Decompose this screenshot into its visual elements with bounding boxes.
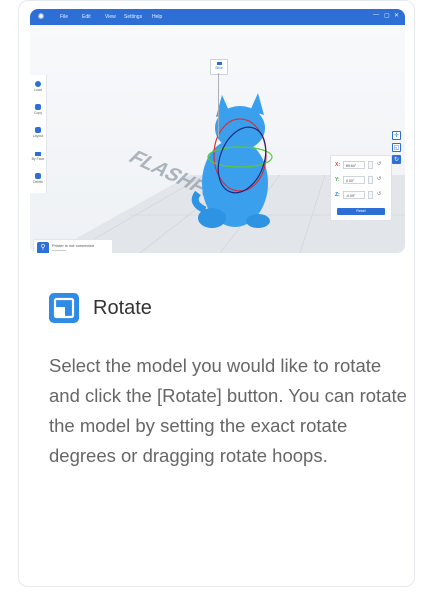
3d-viewport[interactable]: FLASHFORGE Slice Load Copy Layout By Fac…: [30, 25, 405, 253]
slice-label: Slice: [215, 66, 223, 70]
axis-label: X:: [335, 162, 340, 168]
menu-help[interactable]: Help: [152, 14, 162, 20]
load-icon: [35, 81, 41, 87]
copy-icon: [35, 104, 41, 110]
menu-settings[interactable]: Settings: [124, 14, 142, 20]
status-text: Printer is not connected: [52, 243, 95, 248]
layout-icon: [35, 127, 41, 133]
tool-layout[interactable]: Layout: [30, 127, 46, 138]
menu-file[interactable]: File: [60, 14, 68, 20]
app-screenshot: ✺ File Edit View Settings Help — ▢ ✕ FLA…: [30, 9, 405, 253]
x-stepper[interactable]: [368, 161, 373, 169]
z-angle-input[interactable]: -0.09°: [343, 191, 365, 199]
slice-icon: [216, 62, 222, 65]
menu-edit[interactable]: Edit: [82, 14, 91, 20]
z-stepper[interactable]: [368, 191, 373, 199]
menu-view[interactable]: View: [105, 14, 116, 20]
reset-button[interactable]: Reset: [337, 208, 385, 215]
tool-label: Copy: [33, 111, 43, 115]
x-angle-input[interactable]: 89.64°: [343, 161, 365, 169]
axis-row-y: Y: 0.00° ↺: [335, 176, 389, 186]
guide-line: [218, 73, 219, 137]
tool-delete[interactable]: Delete: [30, 173, 46, 184]
printer-status[interactable]: ⚲ Printer is not connected: [33, 239, 113, 253]
move-icon[interactable]: ✛: [392, 131, 401, 140]
tool-label: Load: [34, 88, 42, 92]
tool-label: Layout: [32, 134, 44, 138]
by-face-icon: [35, 152, 41, 156]
y-stepper[interactable]: [368, 176, 373, 184]
title-bar: ✺ File Edit View Settings Help — ▢ ✕: [30, 9, 405, 25]
slice-button[interactable]: Slice: [210, 59, 228, 75]
y-angle-input[interactable]: 0.00°: [343, 176, 365, 184]
rotate-tool-icon[interactable]: ↻: [392, 155, 401, 164]
axis-label: Z:: [335, 192, 340, 198]
rotate-feature-icon: [49, 293, 79, 323]
axis-row-x: X: 89.64° ↺: [335, 161, 389, 171]
app-logo-icon: ✺: [37, 12, 45, 21]
tool-label: By Face: [31, 157, 45, 161]
left-toolbar: Load Copy Layout By Face Delete: [30, 75, 47, 193]
rotate-90-icon[interactable]: ↺: [377, 176, 381, 182]
tool-by-face[interactable]: By Face: [30, 150, 46, 161]
trash-icon: [35, 173, 41, 179]
tool-label: Delete: [32, 180, 44, 184]
feature-title: Rotate: [93, 297, 152, 319]
axis-label: Y:: [335, 177, 340, 183]
axis-row-z: Z: -0.09° ↺: [335, 191, 389, 201]
feature-description: Select the model you would like to rotat…: [49, 355, 407, 466]
link-icon: ⚲: [37, 242, 49, 253]
minimize-icon[interactable]: —: [373, 12, 379, 18]
rotate-panel: X: 89.64° ↺ Y: 0.00° ↺ Z: -0.09° ↺ Reset: [330, 155, 392, 221]
tool-copy[interactable]: Copy: [30, 104, 46, 115]
feature-card: ✺ File Edit View Settings Help — ▢ ✕ FLA…: [18, 0, 415, 587]
tool-load[interactable]: Load: [30, 81, 46, 92]
status-subline: [52, 250, 66, 251]
rotate-90-icon[interactable]: ↺: [377, 191, 381, 197]
rotate-90-icon[interactable]: ↺: [377, 161, 381, 167]
scale-icon[interactable]: ◱: [392, 143, 401, 152]
close-icon[interactable]: ✕: [394, 12, 399, 19]
maximize-icon[interactable]: ▢: [384, 12, 390, 19]
